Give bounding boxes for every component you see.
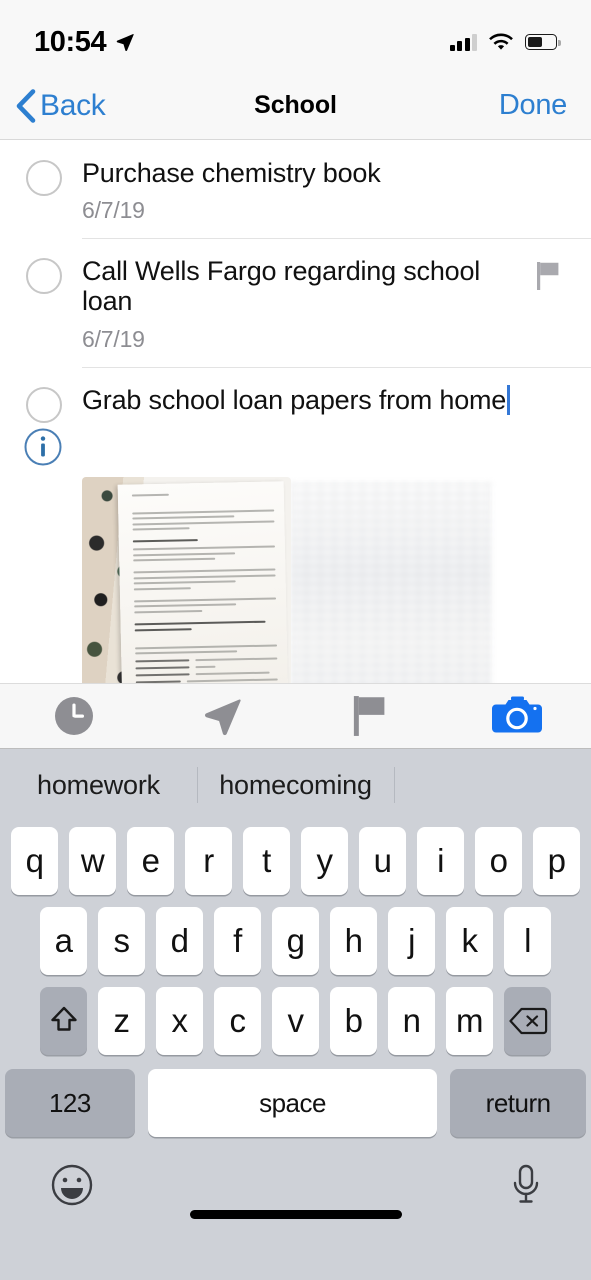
reminder-title-input[interactable]: Grab school loan papers from home xyxy=(82,385,506,415)
software-keyboard: homework homecoming q w e r t y u i o p … xyxy=(0,749,591,1280)
backspace-delete-icon xyxy=(508,1007,547,1035)
key-q[interactable]: q xyxy=(11,827,58,895)
key-a[interactable]: a xyxy=(40,907,87,975)
return-key[interactable]: return xyxy=(450,1069,586,1137)
chevron-left-icon xyxy=(16,88,36,123)
key-p[interactable]: p xyxy=(533,827,580,895)
reminder-row[interactable]: Purchase chemistry book 6/7/19 xyxy=(0,140,591,238)
key-e[interactable]: e xyxy=(127,827,174,895)
key-n[interactable]: n xyxy=(388,987,435,1055)
key-w[interactable]: w xyxy=(69,827,116,895)
remind-me-time-button[interactable] xyxy=(0,684,148,748)
clock-icon xyxy=(54,697,93,735)
camera-attachment-button[interactable] xyxy=(443,684,591,748)
reminder-title[interactable]: Call Wells Fargo regarding school loan xyxy=(82,256,480,316)
back-button-label: Back xyxy=(40,88,106,122)
reminder-complete-toggle[interactable] xyxy=(26,258,62,295)
key-o[interactable]: o xyxy=(475,827,522,895)
key-z[interactable]: z xyxy=(98,987,145,1055)
key-r[interactable]: r xyxy=(185,827,232,895)
emoji-smiley-icon[interactable] xyxy=(48,1161,96,1209)
battery-level-fill xyxy=(527,36,542,48)
key-v[interactable]: v xyxy=(272,987,319,1055)
key-x[interactable]: x xyxy=(156,987,203,1055)
delete-key[interactable] xyxy=(504,987,551,1055)
keyboard-row-4: 123 space return xyxy=(0,1055,591,1137)
reminder-accessory xyxy=(0,423,86,467)
prediction-homecoming[interactable]: homecoming xyxy=(197,770,394,801)
reminder-date: 6/7/19 xyxy=(82,197,145,224)
reminder-row[interactable]: Grab school loan papers from home xyxy=(0,366,591,731)
key-g[interactable]: g xyxy=(272,907,319,975)
prediction-bar: homework homecoming xyxy=(0,749,591,821)
attached-document-photo[interactable] xyxy=(82,476,291,713)
shift-arrow-icon xyxy=(50,1006,77,1031)
reminder-row[interactable]: Call Wells Fargo regarding school loan 6… xyxy=(0,238,591,366)
reminder-date: 6/7/19 xyxy=(82,325,145,352)
keyboard-bottom-bar xyxy=(0,1137,591,1233)
status-bar-right xyxy=(449,32,562,52)
prediction-homework[interactable]: homework xyxy=(0,770,197,801)
key-f[interactable]: f xyxy=(214,907,261,975)
key-s[interactable]: s xyxy=(98,907,145,975)
navigation-bar: Back School Done xyxy=(0,72,591,140)
flag-button[interactable] xyxy=(296,684,444,748)
key-u[interactable]: u xyxy=(359,827,406,895)
reminder-accessory xyxy=(505,158,591,162)
back-button[interactable]: Back xyxy=(14,88,106,124)
wifi-icon xyxy=(489,32,513,50)
microphone-icon[interactable] xyxy=(509,1161,543,1209)
key-y[interactable]: y xyxy=(301,827,348,895)
space-key[interactable]: space xyxy=(147,1069,438,1137)
reminder-complete-toggle[interactable] xyxy=(26,386,62,423)
key-m[interactable]: m xyxy=(446,987,493,1055)
location-arrow-icon xyxy=(116,34,134,52)
reminder-accessory xyxy=(505,256,591,292)
keyboard-row-1: q w e r t y u i o p xyxy=(0,821,591,895)
status-bar: 10:54 xyxy=(0,0,591,72)
photographed-paper-document xyxy=(117,480,289,711)
reminder-photo-attachment[interactable] xyxy=(82,476,591,717)
reminder-accessory-toolbar xyxy=(0,683,591,749)
key-b[interactable]: b xyxy=(330,987,377,1055)
prediction-divider xyxy=(394,767,395,803)
key-i[interactable]: i xyxy=(417,827,464,895)
keyboard-row-2: a s d f g h j k l xyxy=(0,895,591,975)
info-button[interactable] xyxy=(23,427,63,467)
reminder-content: Purchase chemistry book 6/7/19 xyxy=(62,158,505,224)
reminders-list: Purchase chemistry book 6/7/19 Call Well… xyxy=(0,140,591,732)
battery-icon xyxy=(525,34,561,50)
flag-icon xyxy=(354,696,385,736)
key-d[interactable]: d xyxy=(156,907,203,975)
shift-key[interactable] xyxy=(40,987,87,1055)
cellular-signal-icon xyxy=(449,34,477,51)
camera-icon xyxy=(492,696,543,733)
key-t[interactable]: t xyxy=(243,827,290,895)
status-bar-clock: 10:54 xyxy=(34,25,107,58)
text-cursor xyxy=(507,384,511,415)
done-button[interactable]: Done xyxy=(499,89,567,122)
key-j[interactable]: j xyxy=(388,907,435,975)
key-l[interactable]: l xyxy=(504,907,551,975)
key-k[interactable]: k xyxy=(446,907,493,975)
home-indicator xyxy=(189,1210,402,1219)
reminder-title[interactable]: Purchase chemistry book xyxy=(82,158,381,188)
reminder-content: Grab school loan papers from home xyxy=(62,384,591,415)
status-bar-left: 10:54 xyxy=(34,26,135,59)
location-arrow-icon xyxy=(204,699,241,736)
reminders-app-screen: 10:54 Back School Done Purchase chemistr… xyxy=(0,0,591,1280)
flag-icon xyxy=(537,262,559,291)
row-separator xyxy=(82,366,591,368)
reminder-complete-toggle[interactable] xyxy=(26,160,62,196)
blurred-secondary-document-image xyxy=(291,480,491,711)
row-separator xyxy=(82,238,591,240)
numbers-key[interactable]: 123 xyxy=(5,1069,135,1137)
remind-me-location-button[interactable] xyxy=(148,684,296,748)
keyboard-row-3: z x c v b n m xyxy=(0,975,591,1055)
reminder-content: Call Wells Fargo regarding school loan 6… xyxy=(62,256,505,352)
key-c[interactable]: c xyxy=(214,987,261,1055)
key-h[interactable]: h xyxy=(330,907,377,975)
prediction-divider xyxy=(197,767,198,803)
